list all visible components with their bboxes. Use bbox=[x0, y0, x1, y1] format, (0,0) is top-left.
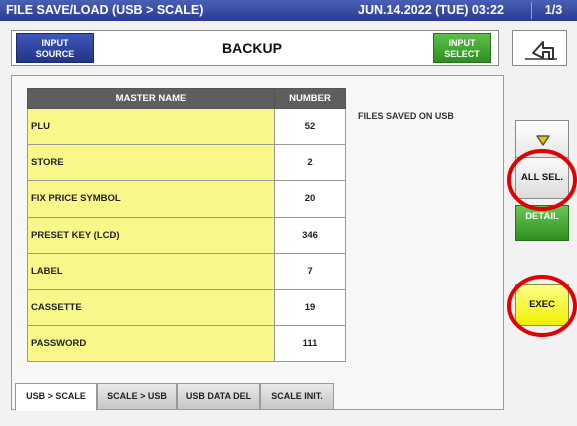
column-header-master-name: MASTER NAME bbox=[27, 88, 275, 109]
table-row[interactable]: CASSETTE 19 bbox=[27, 288, 346, 327]
number-cell: 52 bbox=[274, 107, 346, 146]
number-cell: 19 bbox=[274, 288, 346, 327]
master-name-cell: PRESET KEY (LCD) bbox=[27, 216, 275, 254]
master-table: MASTER NAME NUMBER PLU 52 STORE 2 FIX PR… bbox=[27, 88, 346, 363]
master-name-cell: PLU bbox=[27, 107, 275, 146]
page-indicator: 1/3 bbox=[531, 2, 575, 19]
mode-bar: INPUT SOURCE BACKUP INPUT SELECT bbox=[11, 30, 499, 66]
master-name-cell: FIX PRICE SYMBOL bbox=[27, 180, 275, 218]
table-row[interactable]: FIX PRICE SYMBOL 20 bbox=[27, 180, 346, 218]
table-row[interactable]: STORE 2 bbox=[27, 144, 346, 182]
master-name-cell: PASSWORD bbox=[27, 325, 275, 363]
master-name-cell: LABEL bbox=[27, 252, 275, 290]
detail-button[interactable]: DETAIL bbox=[515, 205, 569, 241]
tab-usb-to-scale[interactable]: USB > SCALE bbox=[15, 383, 97, 411]
scroll-down-button[interactable] bbox=[515, 120, 569, 158]
input-select-button[interactable]: INPUT SELECT bbox=[433, 33, 491, 63]
table-row[interactable]: PASSWORD 111 bbox=[27, 325, 346, 363]
input-source-button[interactable]: INPUT SOURCE bbox=[16, 33, 94, 63]
all-select-button[interactable]: ALL SEL. bbox=[515, 157, 569, 199]
mode-title: BACKUP bbox=[222, 40, 282, 56]
tab-usb-data-del[interactable]: USB DATA DEL bbox=[177, 383, 260, 410]
table-row[interactable]: PRESET KEY (LCD) 346 bbox=[27, 216, 346, 254]
title-bar: FILE SAVE/LOAD (USB > SCALE) JUN.14.2022… bbox=[0, 0, 577, 21]
datetime-display: JUN.14.2022 (TUE) 03:22 bbox=[358, 3, 504, 17]
table-header-row: MASTER NAME NUMBER bbox=[27, 88, 346, 109]
files-saved-label: FILES SAVED ON USB bbox=[358, 111, 454, 121]
exec-button[interactable]: EXEC bbox=[515, 284, 569, 326]
tab-scale-to-usb[interactable]: SCALE > USB bbox=[97, 383, 177, 410]
master-name-cell: STORE bbox=[27, 144, 275, 182]
triangle-down-icon bbox=[536, 135, 550, 146]
number-cell: 346 bbox=[274, 216, 346, 254]
number-cell: 2 bbox=[274, 144, 346, 182]
window-title: FILE SAVE/LOAD (USB > SCALE) bbox=[6, 3, 204, 17]
master-name-cell: CASSETTE bbox=[27, 288, 275, 327]
return-arrow-icon bbox=[525, 41, 557, 60]
number-cell: 20 bbox=[274, 180, 346, 218]
back-button[interactable] bbox=[512, 30, 567, 66]
tab-scale-init[interactable]: SCALE INIT. bbox=[260, 383, 334, 410]
column-header-number: NUMBER bbox=[274, 88, 346, 109]
table-row[interactable]: PLU 52 bbox=[27, 107, 346, 146]
table-row[interactable]: LABEL 7 bbox=[27, 252, 346, 290]
number-cell: 7 bbox=[274, 252, 346, 290]
number-cell: 111 bbox=[274, 325, 346, 363]
